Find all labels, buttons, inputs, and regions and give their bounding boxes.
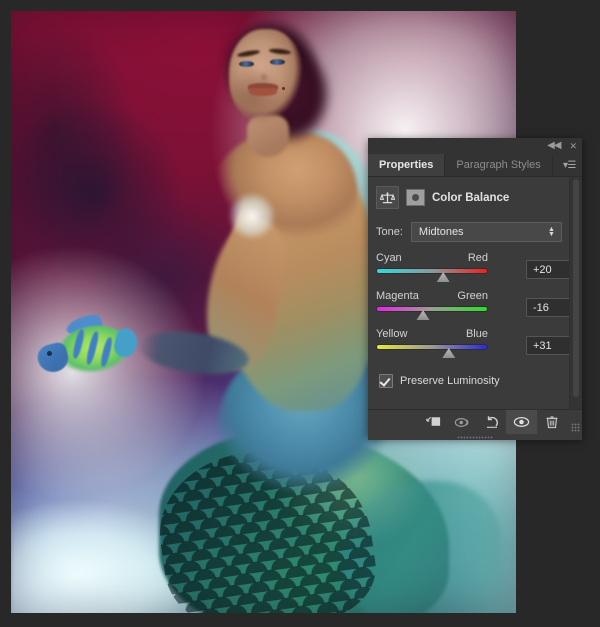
tone-select[interactable]: Midtones ▲ ▼ bbox=[410, 222, 562, 242]
reset-icon[interactable] bbox=[477, 410, 506, 434]
toggle-visibility-eye-icon[interactable] bbox=[506, 410, 536, 434]
mermaid-beauty-mark bbox=[282, 87, 285, 90]
tab-paragraph-styles-label: Paragraph Styles bbox=[456, 159, 541, 171]
panel-scrollbar-thumb[interactable] bbox=[573, 179, 579, 398]
fish-eye bbox=[47, 351, 52, 356]
panel-menu-icon[interactable]: ▾☰ bbox=[563, 154, 582, 176]
tab-properties[interactable]: Properties bbox=[368, 154, 446, 176]
properties-panel[interactable]: ◀◀ ✕ Properties Paragraph Styles ▾☰ Colo… bbox=[368, 138, 582, 440]
panel-drag-grip[interactable] bbox=[368, 434, 582, 440]
mermaid-lip-lower bbox=[249, 88, 277, 96]
slider-magenta-green-track[interactable] bbox=[376, 306, 488, 312]
panel-scrollbar[interactable] bbox=[569, 177, 582, 409]
slider-yellow-blue-labels: Yellow Blue bbox=[376, 328, 488, 340]
chevron-updown-icon: ▲ ▼ bbox=[547, 226, 555, 238]
tone-label: Tone: bbox=[376, 226, 403, 238]
slider-yellow-blue-track-wrap[interactable] bbox=[376, 343, 488, 358]
slider-cyan-red-left-label: Cyan bbox=[376, 252, 402, 264]
tone-selected-value: Midtones bbox=[418, 226, 464, 238]
layer-mask-thumbnail-icon[interactable] bbox=[406, 189, 425, 206]
delete-trash-icon[interactable] bbox=[536, 410, 566, 434]
panel-tab-bar[interactable]: Properties Paragraph Styles ▾☰ bbox=[368, 154, 582, 177]
mermaid-eye-left bbox=[239, 61, 254, 67]
tone-row: Tone: Midtones ▲ ▼ bbox=[368, 218, 582, 252]
preserve-luminosity-checkbox[interactable] bbox=[379, 374, 393, 388]
view-previous-state-icon[interactable] bbox=[448, 410, 477, 434]
slider-yellow-blue-left-label: Yellow bbox=[376, 328, 408, 340]
slider-cyan-red-track-wrap[interactable] bbox=[376, 267, 488, 282]
slider-cyan-red-labels: Cyan Red bbox=[376, 252, 488, 264]
adjustment-title: Color Balance bbox=[432, 191, 510, 204]
app-root: ◀◀ ✕ Properties Paragraph Styles ▾☰ Colo… bbox=[0, 0, 600, 627]
resize-grip-icon[interactable] bbox=[566, 410, 582, 434]
panel-body: Color Balance Tone: Midtones ▲ ▼ Cyan Red bbox=[368, 177, 582, 409]
slider-cyan-red-value[interactable]: +20 bbox=[526, 260, 574, 279]
slider-cyan-red: Cyan Red +20 bbox=[376, 252, 574, 282]
tab-properties-label: Properties bbox=[379, 159, 434, 171]
color-sliders: Cyan Red +20 Magenta Green -16 Yellow Bl… bbox=[368, 252, 582, 358]
tab-paragraph-styles[interactable]: Paragraph Styles bbox=[445, 154, 553, 176]
color-balance-scale-icon bbox=[376, 186, 399, 209]
slider-magenta-green-left-label: Magenta bbox=[376, 290, 419, 302]
adjustment-header: Color Balance bbox=[368, 177, 582, 218]
mermaid-eye-right bbox=[270, 59, 285, 65]
slider-yellow-blue-value[interactable]: +31 bbox=[526, 336, 574, 355]
slider-cyan-red-right-label: Red bbox=[467, 252, 488, 264]
slider-magenta-green-labels: Magenta Green bbox=[376, 290, 488, 302]
slider-cyan-red-track[interactable] bbox=[376, 268, 488, 274]
preserve-luminosity-label: Preserve Luminosity bbox=[400, 375, 500, 387]
slider-yellow-blue: Yellow Blue +31 bbox=[376, 328, 574, 358]
preserve-luminosity-row[interactable]: Preserve Luminosity bbox=[368, 366, 582, 388]
mermaid-nose bbox=[258, 69, 270, 83]
resize-grip-dots bbox=[571, 423, 580, 432]
close-icon[interactable]: ✕ bbox=[569, 141, 577, 151]
clip-to-layer-icon[interactable] bbox=[419, 410, 448, 434]
mask-dot bbox=[412, 194, 419, 201]
slider-magenta-green: Magenta Green -16 bbox=[376, 290, 574, 320]
slider-magenta-green-track-wrap[interactable] bbox=[376, 305, 488, 320]
collapse-to-icons-icon[interactable]: ◀◀ bbox=[547, 141, 561, 151]
panel-titlebar[interactable]: ◀◀ ✕ bbox=[368, 138, 582, 154]
slider-magenta-green-value[interactable]: -16 bbox=[526, 298, 574, 317]
panel-footer[interactable] bbox=[368, 409, 582, 434]
slider-yellow-blue-right-label: Blue bbox=[465, 328, 488, 340]
mermaid-shawl bbox=[225, 189, 285, 249]
panel-drag-grip-dots bbox=[457, 435, 493, 439]
slider-magenta-green-right-label: Green bbox=[457, 290, 488, 302]
slider-yellow-blue-track[interactable] bbox=[376, 344, 488, 350]
